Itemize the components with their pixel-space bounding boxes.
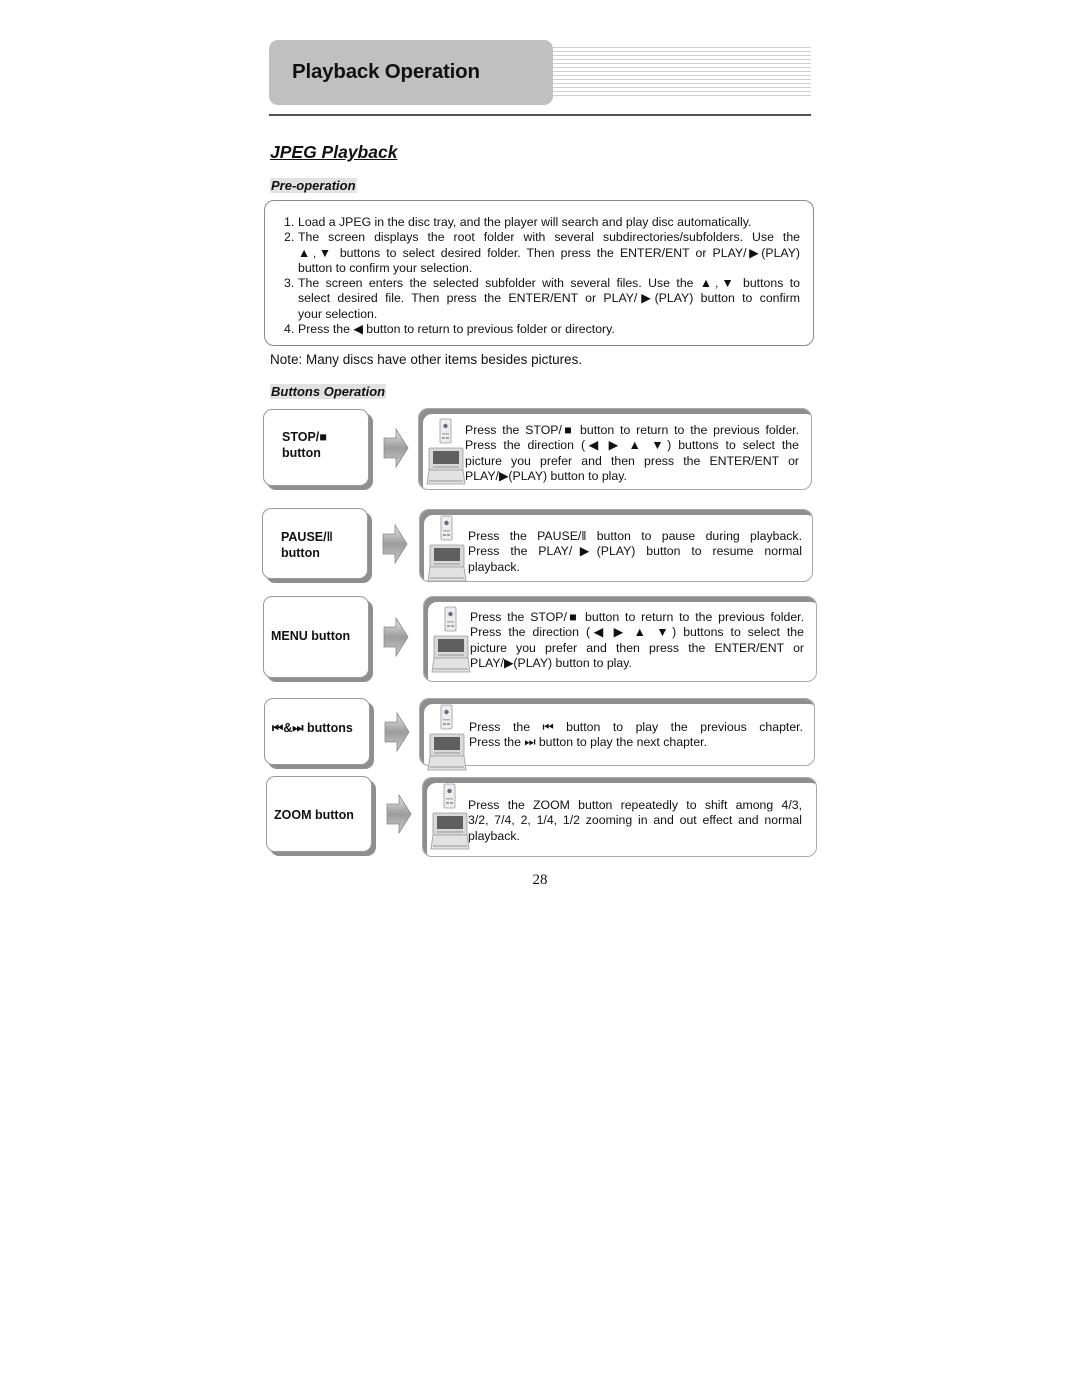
note-text: Note: Many discs have other items beside…: [270, 352, 583, 367]
buttons-operation-title: Buttons Operation: [270, 384, 387, 399]
button-label-line: button: [282, 446, 321, 460]
right-arrow-icon: [383, 617, 409, 657]
right-arrow-icon: [383, 427, 409, 468]
device-remote-icon: [427, 515, 467, 582]
right-arrow-icon: [382, 523, 408, 564]
page-title: Playback Operation: [292, 60, 480, 83]
item-text-line: your selection.: [298, 306, 378, 321]
item-text-line: The screen displays the root folder with…: [298, 230, 800, 245]
description-text: Press the STOP/■ button to return to the…: [465, 423, 799, 484]
description-line: Press the ⏭ button to play the next chap…: [469, 735, 708, 750]
description-line: Press the PAUSE/‖ button to pause during…: [468, 529, 802, 543]
item-text-line: button to confirm your selection.: [298, 260, 473, 275]
button-label-line: PAUSE/‖: [281, 530, 333, 544]
description-text: Press the STOP/■ button to return to the…: [470, 610, 804, 671]
header-divider: [269, 114, 811, 116]
pre-operation-title: Pre-operation: [270, 178, 357, 193]
description-line: PLAY/▶(PLAY) button to play.: [465, 468, 627, 483]
device-remote-icon: [430, 783, 470, 850]
description-line: playback.: [468, 559, 520, 574]
description-text: Press the PAUSE/‖ button to pause during…: [468, 529, 802, 575]
button-label-line: ⏮&⏭ buttons: [272, 721, 353, 735]
description-line: Press the STOP/■ button to return to the…: [470, 610, 804, 624]
item-number: 1.: [284, 215, 295, 229]
button-label: ⏮&⏭ buttons: [272, 720, 364, 736]
button-label-line: button: [281, 546, 320, 560]
description-line: picture you prefer and then press the EN…: [470, 640, 804, 655]
item-text: Press the ◀ button to return to previous…: [298, 322, 615, 337]
item-number: 2.: [284, 230, 295, 245]
item-number: 4.: [284, 322, 295, 337]
description-text: Press the ZOOM button repeatedly to shif…: [468, 798, 802, 844]
page-number: 28: [532, 872, 548, 888]
description-line: Press the PLAY/▶(PLAY) button to resume …: [468, 544, 802, 559]
item-text-line: The screen enters the selected subfolder…: [298, 276, 800, 291]
description-line: Press the ⏮ button to play the previous …: [469, 720, 803, 734]
header-decorative-lines: [553, 47, 811, 99]
button-label: STOP/■ button: [282, 429, 374, 461]
button-label: PAUSE/‖ button: [281, 529, 373, 561]
list-item: 3. The screen enters the selected subfol…: [284, 276, 800, 322]
description-line: Press the STOP/■ button to return to the…: [465, 423, 799, 437]
right-arrow-icon: [384, 711, 410, 752]
description-line: Press the direction (◀ ▶ ▲ ▼) buttons to…: [470, 625, 804, 640]
description-line: Press the direction (◀ ▶ ▲ ▼) buttons to…: [465, 438, 799, 453]
button-label-line: MENU button: [271, 629, 351, 643]
description-line: picture you prefer and then press the EN…: [465, 453, 799, 468]
list-item: 2. The screen displays the root folder w…: [284, 230, 800, 276]
device-remote-icon: [431, 606, 471, 673]
description-line: PLAY/▶(PLAY) button to play.: [470, 655, 632, 670]
item-number: 3.: [284, 276, 295, 291]
list-item: 4. Press the ◀ button to return to previ…: [284, 322, 800, 337]
device-remote-icon: [427, 704, 467, 771]
right-arrow-icon: [386, 794, 412, 834]
item-text: Load a JPEG in the disc tray, and the pl…: [298, 215, 752, 229]
list-item: 1. Load a JPEG in the disc tray, and the…: [284, 215, 800, 230]
button-label-line: ZOOM button: [274, 808, 354, 822]
device-remote-icon: [426, 418, 466, 485]
description-text: Press the ⏮ button to play the previous …: [469, 720, 803, 751]
description-line: 3/2, 7/4, 2, 1/4, 1/2 zooming in and out…: [468, 813, 802, 828]
button-label: MENU button: [271, 628, 363, 644]
button-label: ZOOM button: [274, 807, 366, 823]
section-title: JPEG Playback: [270, 142, 398, 162]
description-line: Press the ZOOM button repeatedly to shif…: [468, 798, 802, 812]
pre-operation-list: 1. Load a JPEG in the disc tray, and the…: [284, 215, 800, 337]
description-line: playback.: [468, 828, 520, 843]
item-text-line: ▲,▼ buttons to select desired folder. Th…: [298, 245, 800, 260]
button-label-line: STOP/■: [282, 430, 327, 444]
item-text-line: select desired file. Then press the ENTE…: [298, 291, 800, 306]
